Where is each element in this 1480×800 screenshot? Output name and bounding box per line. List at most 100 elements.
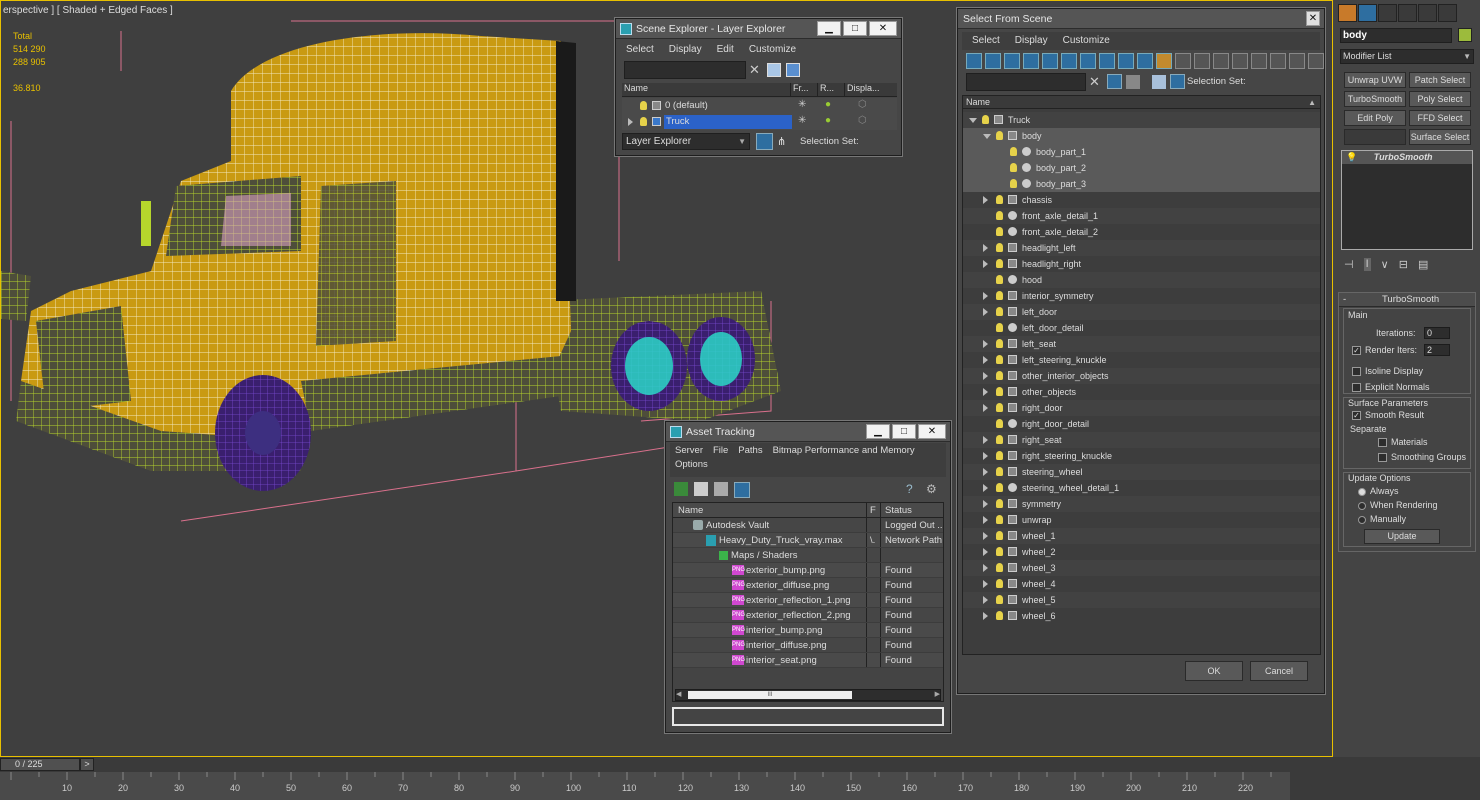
geometry-filter-icon[interactable] (966, 53, 982, 69)
scene-tree-row[interactable]: body_part_1 (963, 144, 1320, 160)
asset-row[interactable]: Maps / Shaders (673, 548, 943, 563)
expand-icon[interactable] (983, 516, 988, 524)
iterations-spinner[interactable]: 0 (1424, 327, 1450, 339)
scene-search-input[interactable] (966, 73, 1086, 91)
layer-row[interactable]: 0 (default) ✳ ● ⬡ (622, 98, 897, 114)
lightbulb-icon[interactable] (996, 579, 1003, 588)
asset-row[interactable]: PNGinterior_diffuse.png Found (673, 638, 943, 653)
lightbulb-icon[interactable] (982, 115, 989, 124)
lightbulb-icon[interactable] (996, 483, 1003, 492)
render-iters-checkbox[interactable]: ✓ (1352, 346, 1361, 356)
motion-tab-icon[interactable] (1398, 4, 1417, 22)
collapse-icon[interactable] (983, 134, 991, 139)
manually-radio[interactable] (1358, 515, 1366, 524)
lightbulb-icon[interactable] (996, 547, 1003, 556)
menu-customize[interactable]: Customize (749, 41, 796, 59)
scene-tree-row[interactable]: body_part_3 (963, 176, 1320, 192)
modifier-list-dropdown[interactable]: Modifier List ▼ (1340, 49, 1474, 64)
minimize-button[interactable]: ▁ (817, 21, 841, 36)
lightbulb-icon[interactable] (1010, 179, 1017, 188)
expand-icon[interactable] (983, 484, 988, 492)
funnel-all-icon[interactable] (1289, 53, 1305, 69)
select-from-scene-titlebar[interactable]: Select From Scene ✕ (958, 9, 1324, 29)
col-freeze[interactable]: Fr... (790, 83, 817, 96)
menu-bitmap-performance[interactable]: Bitmap Performance and Memory (773, 445, 915, 456)
remove-modifier-icon[interactable]: ⊟ (1399, 258, 1408, 271)
expand-icon[interactable] (983, 340, 988, 348)
funnel-icon[interactable] (1270, 53, 1286, 69)
lightbulb-icon[interactable] (996, 323, 1003, 332)
scene-tree-row[interactable]: Truck (963, 112, 1320, 128)
lightbulb-icon[interactable] (996, 307, 1003, 316)
groups-filter-icon[interactable] (1080, 53, 1096, 69)
menu-paths[interactable]: Paths (738, 445, 762, 456)
scene-tree-row[interactable]: wheel_2 (963, 544, 1320, 560)
configure-modifier-sets-icon[interactable]: ▤ (1418, 258, 1428, 271)
scroll-thumb[interactable]: III (688, 691, 852, 699)
lightbulb-icon[interactable] (996, 531, 1003, 540)
col-full-path[interactable]: F (867, 503, 881, 517)
list-view-icon[interactable] (694, 482, 708, 496)
scene-tree-row[interactable]: left_door_detail (963, 320, 1320, 336)
scene-tree-row[interactable]: wheel_6 (963, 608, 1320, 624)
asset-tracking-titlebar[interactable]: Asset Tracking ▁ □ ✕ (666, 422, 950, 442)
scene-tree-row[interactable]: steering_wheel_detail_1 (963, 480, 1320, 496)
lightbulb-icon[interactable] (640, 101, 647, 110)
expand-icon[interactable] (983, 436, 988, 444)
render-iters-spinner[interactable]: 2 (1424, 344, 1450, 356)
expand-icon[interactable] (983, 500, 988, 508)
lightbulb-icon[interactable] (996, 355, 1003, 364)
expand-icon[interactable] (983, 292, 988, 300)
scene-tree-row[interactable]: right_door_detail (963, 416, 1320, 432)
asset-row[interactable]: Heavy_Duty_Truck_vray.max \. Network Path (673, 533, 943, 548)
asset-row[interactable]: PNGexterior_bump.png Found (673, 563, 943, 578)
explicit-normals-checkbox[interactable] (1352, 383, 1361, 393)
lightbulb-icon[interactable] (996, 451, 1003, 460)
lightbulb-icon[interactable] (996, 419, 1003, 428)
scene-tree-row[interactable]: other_objects (963, 384, 1320, 400)
menu-select[interactable]: Select (972, 32, 1000, 50)
scene-tree-row[interactable]: wheel_3 (963, 560, 1320, 576)
scene-tree-row[interactable]: front_axle_detail_2 (963, 224, 1320, 240)
layers-icon[interactable] (1152, 75, 1166, 89)
expand-icon[interactable] (983, 372, 988, 380)
cancel-button[interactable]: Cancel (1250, 661, 1308, 681)
object-color-swatch[interactable] (1458, 28, 1472, 42)
expand-icon[interactable] (983, 564, 988, 572)
all-filter-icon[interactable] (1194, 53, 1210, 69)
utilities-tab-icon[interactable] (1438, 4, 1457, 22)
asset-row[interactable]: PNGinterior_seat.png Found (673, 653, 943, 668)
expand-icon[interactable] (983, 308, 988, 316)
layer-search-input[interactable] (624, 61, 746, 79)
expand-icon[interactable] (983, 612, 988, 620)
object-name-field[interactable]: body (1340, 28, 1452, 43)
col-name[interactable]: Name (673, 503, 867, 517)
containers-filter-icon[interactable] (1137, 53, 1153, 69)
scene-tree-row[interactable]: other_interior_objects (963, 368, 1320, 384)
col-status[interactable]: Status (881, 503, 943, 517)
col-name[interactable]: Name (622, 83, 790, 96)
expand-icon[interactable] (628, 118, 633, 126)
freeze-icon[interactable]: ✳ (798, 115, 806, 126)
patch-select-button[interactable]: Patch Select (1409, 72, 1471, 88)
lightbulb-icon[interactable] (996, 371, 1003, 380)
render-teapot-icon[interactable]: ● (825, 115, 831, 126)
lightbulb-icon[interactable] (996, 499, 1003, 508)
scene-tree-row[interactable]: symmetry (963, 496, 1320, 512)
render-teapot-icon[interactable]: ● (825, 99, 831, 110)
maximize-button[interactable]: □ (892, 424, 916, 439)
expand-icon[interactable] (983, 404, 988, 412)
display-tab-icon[interactable] (1418, 4, 1437, 22)
horizontal-scrollbar[interactable]: ◀ III ▶ (675, 689, 941, 701)
pin-stack-icon[interactable]: ⊣ (1344, 258, 1354, 271)
scene-tree-row[interactable]: chassis (963, 192, 1320, 208)
hierarchy-icon[interactable]: ⋔ (777, 135, 786, 148)
isoline-display-checkbox[interactable] (1352, 367, 1361, 377)
lightbulb-icon[interactable] (996, 131, 1003, 140)
update-button[interactable]: Update (1364, 529, 1440, 544)
make-unique-icon[interactable]: ∨ (1381, 258, 1389, 271)
col-name[interactable]: Name (966, 97, 990, 107)
scene-tree-row[interactable]: right_steering_knuckle (963, 448, 1320, 464)
help-icon[interactable]: ? (906, 482, 913, 496)
menu-display[interactable]: Display (669, 41, 702, 59)
